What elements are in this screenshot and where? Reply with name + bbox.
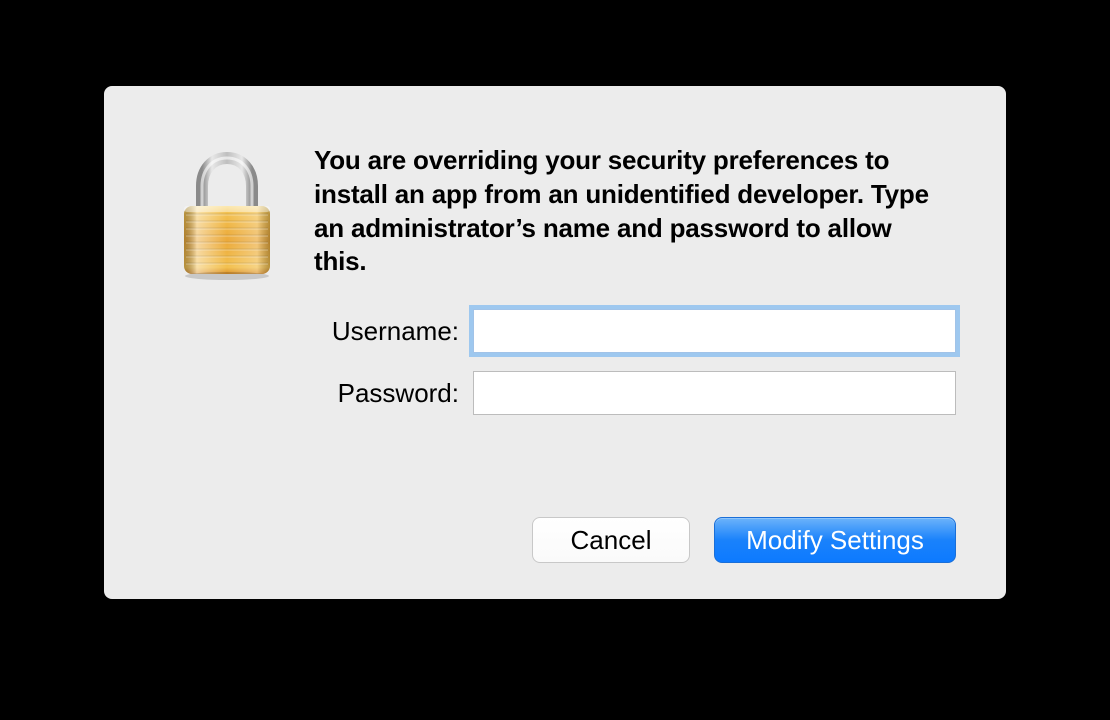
dialog-content: You are overriding your security prefere… xyxy=(154,126,956,433)
password-label: Password: xyxy=(314,378,459,409)
username-row: Username: xyxy=(314,309,956,353)
dialog-buttons: Cancel Modify Settings xyxy=(532,517,956,563)
dialog-heading: You are overriding your security prefere… xyxy=(314,144,956,279)
password-row: Password: xyxy=(314,371,956,415)
username-input[interactable] xyxy=(473,309,956,353)
modify-settings-button[interactable]: Modify Settings xyxy=(714,517,956,563)
auth-form: Username: Password: xyxy=(314,309,956,415)
auth-dialog: You are overriding your security prefere… xyxy=(104,86,1006,599)
password-input[interactable] xyxy=(473,371,956,415)
cancel-button[interactable]: Cancel xyxy=(532,517,690,563)
username-label: Username: xyxy=(314,316,459,347)
dialog-body: You are overriding your security prefere… xyxy=(314,126,956,433)
lock-icon xyxy=(172,150,282,280)
